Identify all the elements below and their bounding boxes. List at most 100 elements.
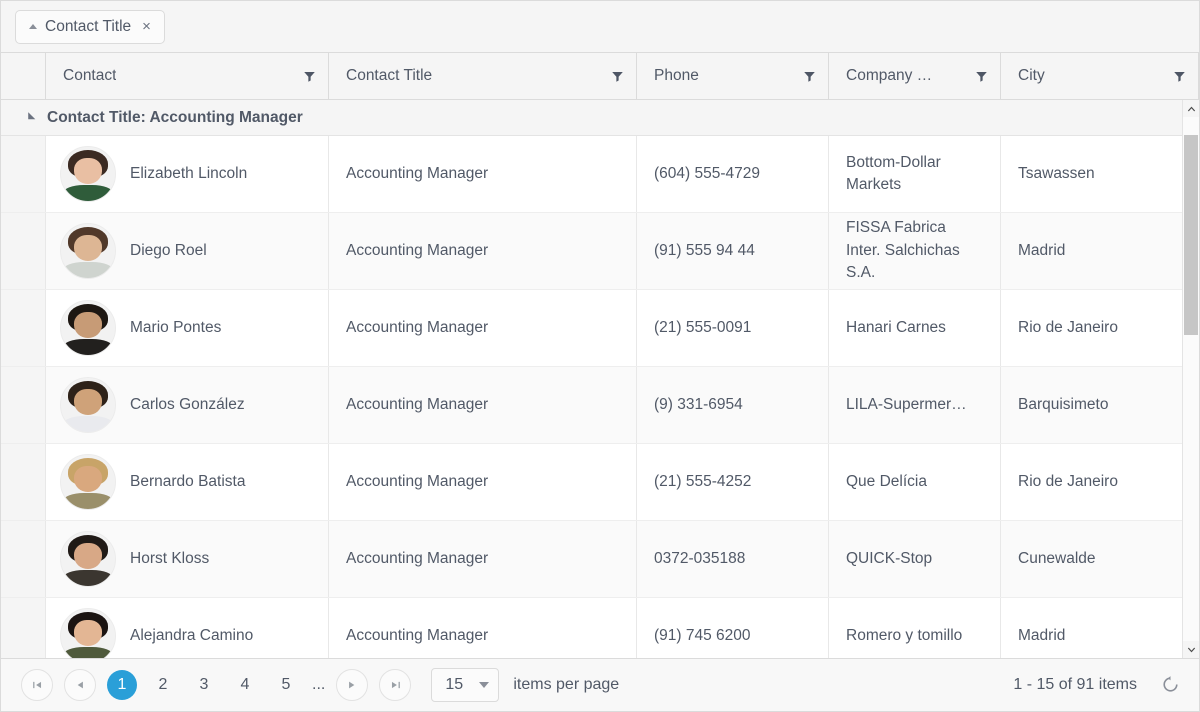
cell-city: Cunewalde — [1001, 521, 1182, 597]
page-number-5[interactable]: 5 — [271, 670, 301, 700]
contact-text: Alejandra Camino — [130, 626, 254, 644]
header-group-indent-cell — [1, 53, 46, 99]
close-icon[interactable]: × — [142, 19, 151, 34]
cell-contact_title: Accounting Manager — [329, 444, 637, 520]
cell-contact_title: Accounting Manager — [329, 213, 637, 289]
company-text: Hanari Carnes — [846, 318, 946, 336]
city-text: Rio de Janeiro — [1018, 472, 1118, 490]
city-text: Cunewalde — [1018, 549, 1096, 567]
column-header-label: Contact Title — [346, 67, 433, 84]
group-indent-cell — [1, 521, 46, 597]
vertical-scrollbar[interactable] — [1182, 100, 1199, 658]
filter-funnel-icon[interactable] — [1173, 70, 1186, 83]
page-number-4[interactable]: 4 — [230, 670, 260, 700]
cell-company: LILA-Supermer… — [829, 367, 1001, 443]
city-text: Rio de Janeiro — [1018, 318, 1118, 336]
avatar — [60, 608, 116, 658]
group-chip-contact-title[interactable]: Contact Title × — [15, 9, 165, 44]
go-to-first-page-icon[interactable] — [21, 669, 53, 701]
avatar — [60, 300, 116, 356]
cell-contact: Horst Kloss — [46, 521, 329, 597]
group-header-row[interactable]: Contact Title: Accounting Manager — [1, 100, 1182, 136]
vertical-scroll-thumb[interactable] — [1184, 135, 1198, 335]
city-text: Tsawassen — [1018, 164, 1095, 182]
column-header-contact[interactable]: Contact — [46, 53, 329, 99]
chevron-up-icon[interactable] — [1183, 100, 1199, 117]
company-text: Romero y tomillo — [846, 626, 963, 644]
cell-company: QUICK-Stop — [829, 521, 1001, 597]
contact_title-text: Accounting Manager — [346, 549, 489, 567]
cell-phone: (604) 555-4729 — [637, 136, 829, 212]
avatar — [60, 531, 116, 587]
cell-phone: (91) 555 94 44 — [637, 213, 829, 289]
go-to-next-page-icon[interactable] — [336, 669, 369, 701]
table-row[interactable]: Alejandra Camino Accounting Manager (91) 7… — [1, 598, 1182, 658]
group-indent-cell — [1, 290, 46, 366]
cell-city: Barquisimeto — [1001, 367, 1182, 443]
city-text: Madrid — [1018, 241, 1066, 259]
cell-contact_title: Accounting Manager — [329, 598, 637, 658]
page-ellipsis[interactable]: ... — [312, 676, 325, 694]
contact-text: Mario Pontes — [130, 318, 222, 336]
column-header-phone[interactable]: Phone — [637, 53, 829, 99]
column-header-company[interactable]: Company … — [829, 53, 1001, 99]
avatar — [60, 146, 116, 202]
filter-funnel-icon[interactable] — [975, 70, 988, 83]
phone-text: (21) 555-4252 — [654, 472, 752, 490]
table-row[interactable]: Horst Kloss Accounting Manager 0372-035188… — [1, 521, 1182, 598]
phone-text: (604) 555-4729 — [654, 164, 760, 182]
contact-text: Bernardo Batista — [130, 472, 246, 490]
phone-text: 0372-035188 — [654, 549, 746, 567]
filter-funnel-icon[interactable] — [303, 70, 316, 83]
column-header-label: Contact — [63, 67, 117, 84]
page-number-3[interactable]: 3 — [189, 670, 219, 700]
cell-contact: Alejandra Camino — [46, 598, 329, 658]
contact_title-text: Accounting Manager — [346, 241, 489, 259]
contact_title-text: Accounting Manager — [346, 626, 489, 644]
cell-city: Madrid — [1001, 598, 1182, 658]
cell-contact_title: Accounting Manager — [329, 290, 637, 366]
page-size-select[interactable]: 15 — [431, 668, 500, 702]
group-panel: Contact Title × — [1, 1, 1199, 53]
city-text: Madrid — [1018, 626, 1066, 644]
go-to-previous-page-icon[interactable] — [64, 669, 96, 701]
filter-funnel-icon[interactable] — [803, 70, 816, 83]
group-header-label: Contact Title: Accounting Manager — [47, 108, 303, 126]
group-indent-cell — [1, 367, 46, 443]
page-number-2[interactable]: 2 — [148, 670, 178, 700]
company-text: FISSA Fabrica Inter. Salchichas S.A. — [846, 219, 960, 282]
caret-collapse-icon[interactable] — [24, 112, 36, 123]
cell-contact: Mario Pontes — [46, 290, 329, 366]
grid-body: Contact Title: Accounting Manager Elizab… — [1, 100, 1199, 658]
contact-text: Elizabeth Lincoln — [130, 164, 248, 182]
caret-up-icon[interactable] — [29, 24, 37, 29]
cell-city: Madrid — [1001, 213, 1182, 289]
cell-contact: Elizabeth Lincoln — [46, 136, 329, 212]
table-row[interactable]: Diego Roel Accounting Manager (91) 555 94 … — [1, 213, 1182, 290]
cell-contact: Diego Roel — [46, 213, 329, 289]
grid-rows: Elizabeth Lincoln Accounting Manager (604)… — [1, 136, 1182, 658]
group-indent-cell — [1, 444, 46, 520]
column-header-contact-title[interactable]: Contact Title — [329, 53, 637, 99]
chevron-down-icon[interactable] — [479, 682, 490, 688]
city-text: Barquisimeto — [1018, 395, 1109, 413]
group-indent-cell — [1, 598, 46, 658]
column-header-city[interactable]: City — [1001, 53, 1199, 99]
group-chip-label: Contact Title — [45, 17, 132, 35]
page-number-1[interactable]: 1 — [107, 670, 137, 700]
cell-phone: 0372-035188 — [637, 521, 829, 597]
company-text: Que Delícia — [846, 472, 927, 490]
refresh-icon[interactable] — [1161, 675, 1181, 695]
column-header-label: Company … — [846, 67, 933, 84]
table-row[interactable]: Bernardo Batista Accounting Manager (21) 5… — [1, 444, 1182, 521]
go-to-last-page-icon[interactable] — [379, 669, 412, 701]
company-text: Bottom-Dollar Markets — [846, 153, 941, 193]
table-row[interactable]: Carlos González Accounting Manager (9) 331… — [1, 367, 1182, 444]
company-text: LILA-Supermer… — [846, 395, 967, 413]
phone-text: (9) 331-6954 — [654, 395, 743, 413]
chevron-down-icon[interactable] — [1183, 641, 1199, 658]
table-row[interactable]: Mario Pontes Accounting Manager (21) 555-0… — [1, 290, 1182, 367]
filter-funnel-icon[interactable] — [611, 70, 624, 83]
grid-header-row: Contact Contact Title Phone Company … Ci — [1, 53, 1199, 100]
table-row[interactable]: Elizabeth Lincoln Accounting Manager (604)… — [1, 136, 1182, 213]
